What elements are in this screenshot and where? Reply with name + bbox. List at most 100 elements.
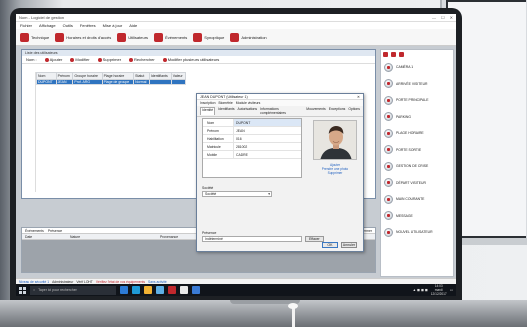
field-value[interactable]: 016 — [233, 135, 301, 142]
field-value[interactable]: JEAN — [233, 127, 301, 134]
field-row[interactable]: Mobile CADRE — [203, 151, 301, 159]
ribbon-administration[interactable]: Administration — [230, 32, 267, 42]
tab-module-visiteurs[interactable]: Module visiteurs — [236, 101, 261, 105]
search-button-label: Rechercher — [134, 57, 155, 62]
menu-affichage[interactable]: Affichage — [39, 23, 56, 28]
menu-fichier[interactable]: Fichier — [20, 23, 32, 28]
tab-identifiants[interactable]: Identifiants — [218, 107, 234, 115]
tab-biometrie[interactable]: Biométrie — [218, 101, 232, 105]
column-header[interactable]: Valeur — [170, 72, 187, 80]
column-header[interactable]: Nom — [36, 72, 57, 80]
tab-infos-complementaires[interactable]: Informations complémentaires — [260, 107, 303, 115]
column-header[interactable]: Prénom — [55, 72, 74, 80]
search-label: Nom : — [26, 57, 37, 62]
panel-tool-icon[interactable] — [391, 52, 396, 57]
multi-edit-button[interactable]: Modifier plusieurs utilisateurs — [162, 57, 219, 62]
field-value[interactable]: CADRE — [233, 151, 301, 158]
delete-button[interactable]: Supprimer — [97, 57, 121, 62]
action-item[interactable]: ARRIVÉE VISITEUR — [381, 76, 453, 93]
status-warning[interactable]: Vérifiez l'état de vos équipements — [96, 280, 145, 284]
action-item[interactable]: MESSAGE — [381, 208, 453, 225]
field-row[interactable]: Habilitation 016 — [203, 135, 301, 143]
column-header[interactable]: Plage horaire — [101, 72, 135, 80]
ribbon-evenements[interactable]: Événements — [154, 32, 187, 42]
column-header[interactable]: Date — [22, 235, 67, 239]
action-item[interactable]: PARKING — [381, 109, 453, 126]
dialog-close-icon[interactable]: ✕ — [357, 95, 360, 99]
edit-icon — [70, 57, 75, 62]
maximize-button[interactable]: ☐ — [441, 15, 445, 20]
field-value[interactable]: 281002 — [233, 143, 301, 150]
action-item[interactable]: GESTION DE CRISE — [381, 158, 453, 175]
menu-fenetres[interactable]: Fenêtres — [80, 23, 96, 28]
ribbon-technique[interactable]: Technique — [20, 32, 49, 42]
column-header[interactable]: Statut — [133, 72, 150, 80]
cancel-button[interactable]: Annuler — [341, 242, 357, 248]
action-item[interactable]: CAMÉRA 1 — [381, 59, 453, 76]
table-row[interactable]: DUPONT JEAN Prof. ARG Plage de groupe No… — [36, 79, 187, 85]
presence-field[interactable]: Indéterminé — [202, 236, 302, 242]
ok-button[interactable]: OK — [322, 242, 338, 248]
field-label: Nom — [207, 120, 215, 125]
synoptic-icon — [193, 32, 203, 42]
action-item[interactable]: PLAGE HORAIRE — [381, 125, 453, 142]
technique-icon — [20, 32, 29, 42]
tab-options[interactable]: Options — [348, 107, 360, 115]
taskbar-app-icon[interactable] — [192, 286, 200, 294]
column-header[interactable]: Identifiants — [148, 72, 172, 80]
tab-autorisations[interactable]: Autorisations — [238, 107, 258, 115]
windows-start-icon[interactable] — [19, 286, 26, 294]
action-item[interactable]: NOUVEL UTILISATEUR — [381, 224, 453, 241]
taskbar-app-icon[interactable] — [120, 286, 128, 294]
clock[interactable]: 14:03 mardi 12/12/2017 — [431, 284, 447, 296]
add-button[interactable]: Ajouter — [44, 57, 62, 62]
clear-presence-button[interactable]: Effacer — [305, 236, 324, 242]
ribbon-utilisateurs[interactable]: Utilisateurs — [117, 32, 148, 42]
taskbar-search[interactable]: ○ Taper ici pour rechercher — [30, 285, 116, 295]
security-level-link[interactable]: Niveau de sécurité 1 — [19, 280, 49, 284]
presence-label: Présence — [202, 231, 217, 235]
tab-exceptions[interactable]: Exceptions — [329, 107, 346, 115]
tray-icons[interactable]: ▲ ◼ ◼ ◼ — [413, 288, 428, 292]
action-item[interactable]: DÉPART VISITEUR — [381, 175, 453, 192]
menu-outils[interactable]: Outils — [63, 23, 73, 28]
edit-button[interactable]: Modifier — [70, 57, 90, 62]
field-row[interactable]: Prénom JEAN — [203, 127, 301, 135]
row-selector-panel — [26, 72, 36, 192]
add-icon — [44, 57, 49, 62]
column-header[interactable]: Nature — [67, 235, 157, 239]
taskbar-app-icon[interactable] — [180, 286, 188, 294]
panel-tool-icon[interactable] — [399, 52, 404, 57]
field-value[interactable]: DUPONT — [233, 119, 301, 126]
status-activity[interactable]: Sans activité — [148, 280, 167, 284]
minimize-button[interactable]: — — [432, 15, 436, 20]
action-item[interactable]: PORTE SORTIE — [381, 142, 453, 159]
action-item[interactable]: PORTE PRINCIPALE — [381, 92, 453, 109]
tab-identite[interactable]: Identité — [200, 107, 216, 115]
field-row[interactable]: Matricule 281002 — [203, 143, 301, 151]
societe-select[interactable]: Société ▾ — [202, 191, 272, 197]
taskbar-app-icon[interactable] — [132, 286, 140, 294]
column-header[interactable]: Provenance — [157, 235, 197, 239]
tab-mouvements[interactable]: Mouvements — [306, 107, 325, 115]
search-button[interactable]: Rechercher — [129, 57, 155, 62]
column-header[interactable]: Groupe horaire — [72, 72, 103, 80]
delete-photo-link[interactable]: Supprimer — [313, 171, 357, 175]
menu-mise-a-jour[interactable]: Mise à jour — [103, 23, 123, 28]
tab-evenements[interactable]: Événements — [25, 229, 44, 233]
societe-value: Société — [205, 192, 217, 196]
tab-presence[interactable]: Présence — [48, 229, 62, 233]
tab-inscription[interactable]: Inscription — [200, 101, 215, 105]
taskbar-app-icon[interactable] — [168, 286, 176, 294]
notification-icon[interactable]: ▭ — [450, 288, 453, 292]
ribbon-synoptique[interactable]: Synoptique — [193, 32, 224, 42]
field-label: Habilitation — [207, 136, 224, 141]
field-row[interactable]: Nom DUPONT — [203, 119, 301, 127]
panel-tool-icon[interactable] — [383, 52, 388, 57]
folder-icon[interactable] — [144, 286, 152, 294]
menu-aide[interactable]: Aide — [129, 23, 137, 28]
close-button[interactable]: ✕ — [450, 15, 453, 20]
action-item[interactable]: MAIN COURANTE — [381, 191, 453, 208]
ribbon-horaires[interactable]: Horaires et droits d'accès — [55, 32, 111, 42]
taskbar-app-icon[interactable] — [156, 286, 164, 294]
